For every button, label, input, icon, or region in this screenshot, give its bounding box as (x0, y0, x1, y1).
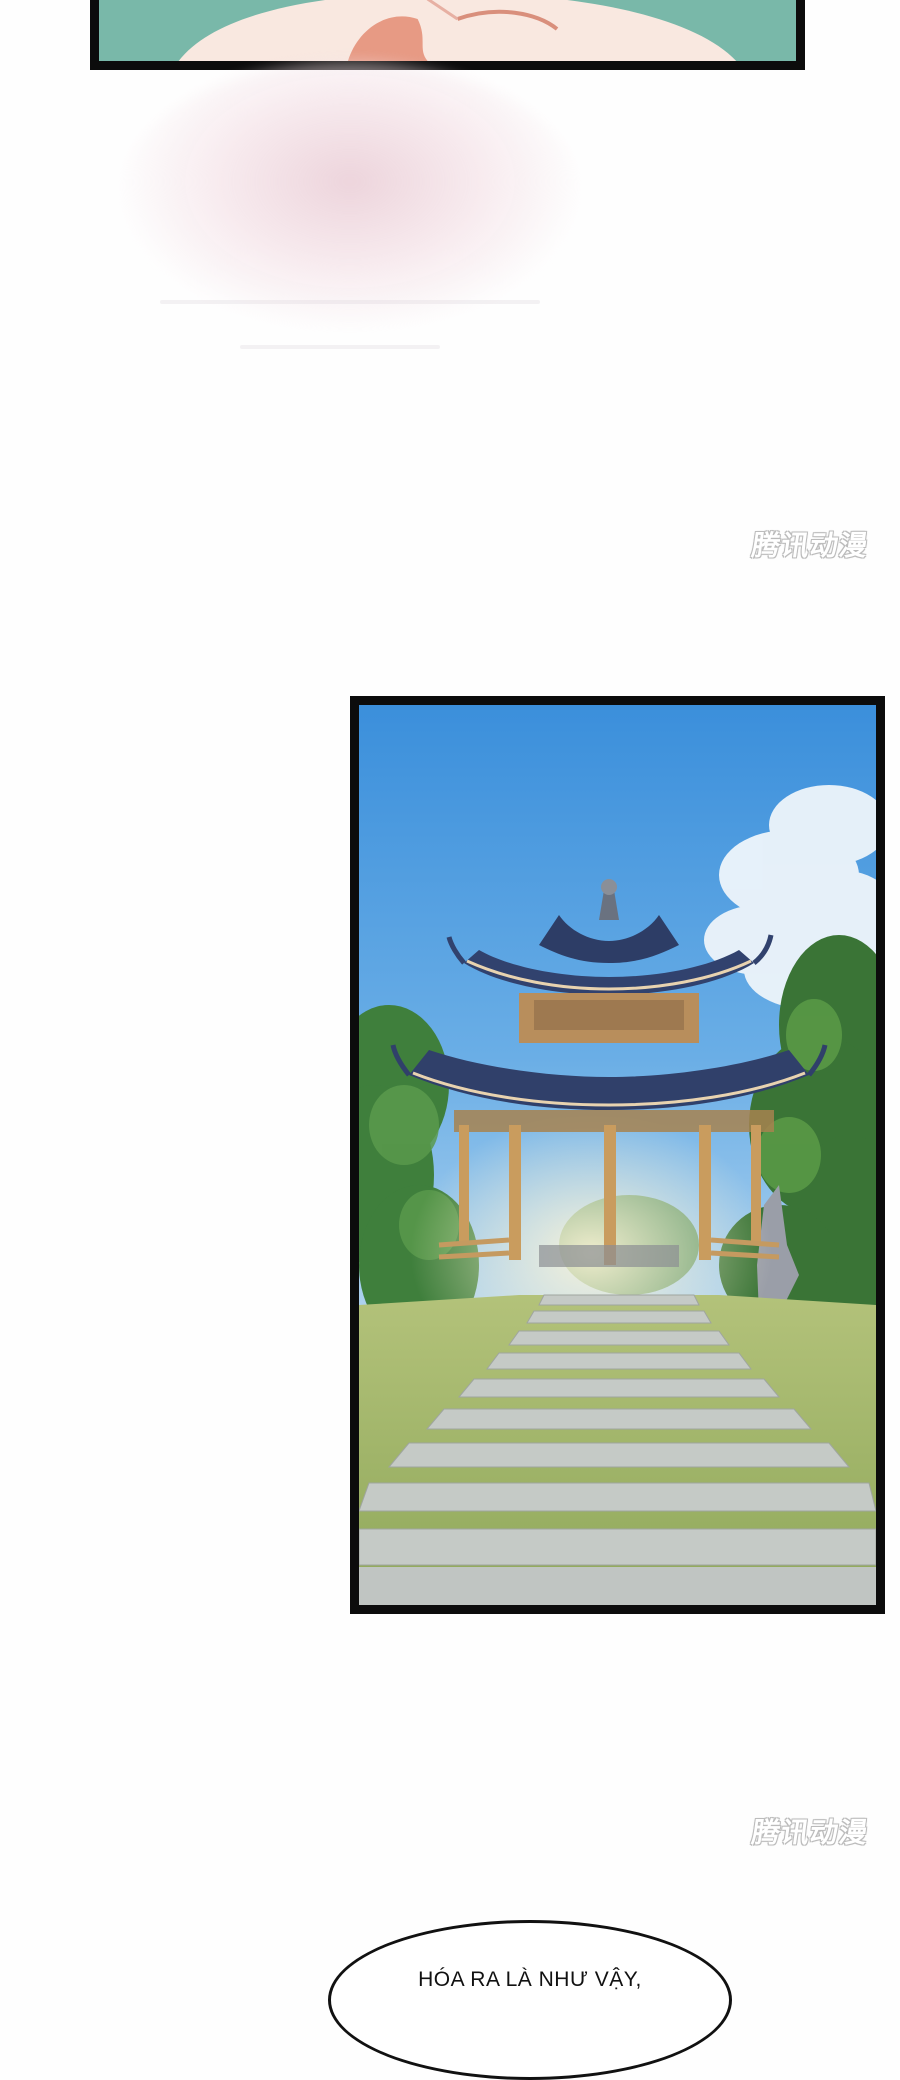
pagoda-panel (350, 696, 885, 1614)
pagoda-scene (359, 705, 876, 1605)
watermark: 腾讯动漫 (749, 529, 871, 562)
faded-blur (120, 60, 580, 330)
top-panel-art (99, 0, 796, 61)
faded-line (240, 345, 440, 349)
speech-bubble (328, 1920, 732, 2080)
watermark: 腾讯动漫 (749, 1816, 871, 1849)
speech-bubble-text: HÓA RA LÀ NHƯ VẬY, (418, 1968, 642, 1991)
faded-line (160, 300, 540, 304)
top-panel (90, 0, 805, 70)
